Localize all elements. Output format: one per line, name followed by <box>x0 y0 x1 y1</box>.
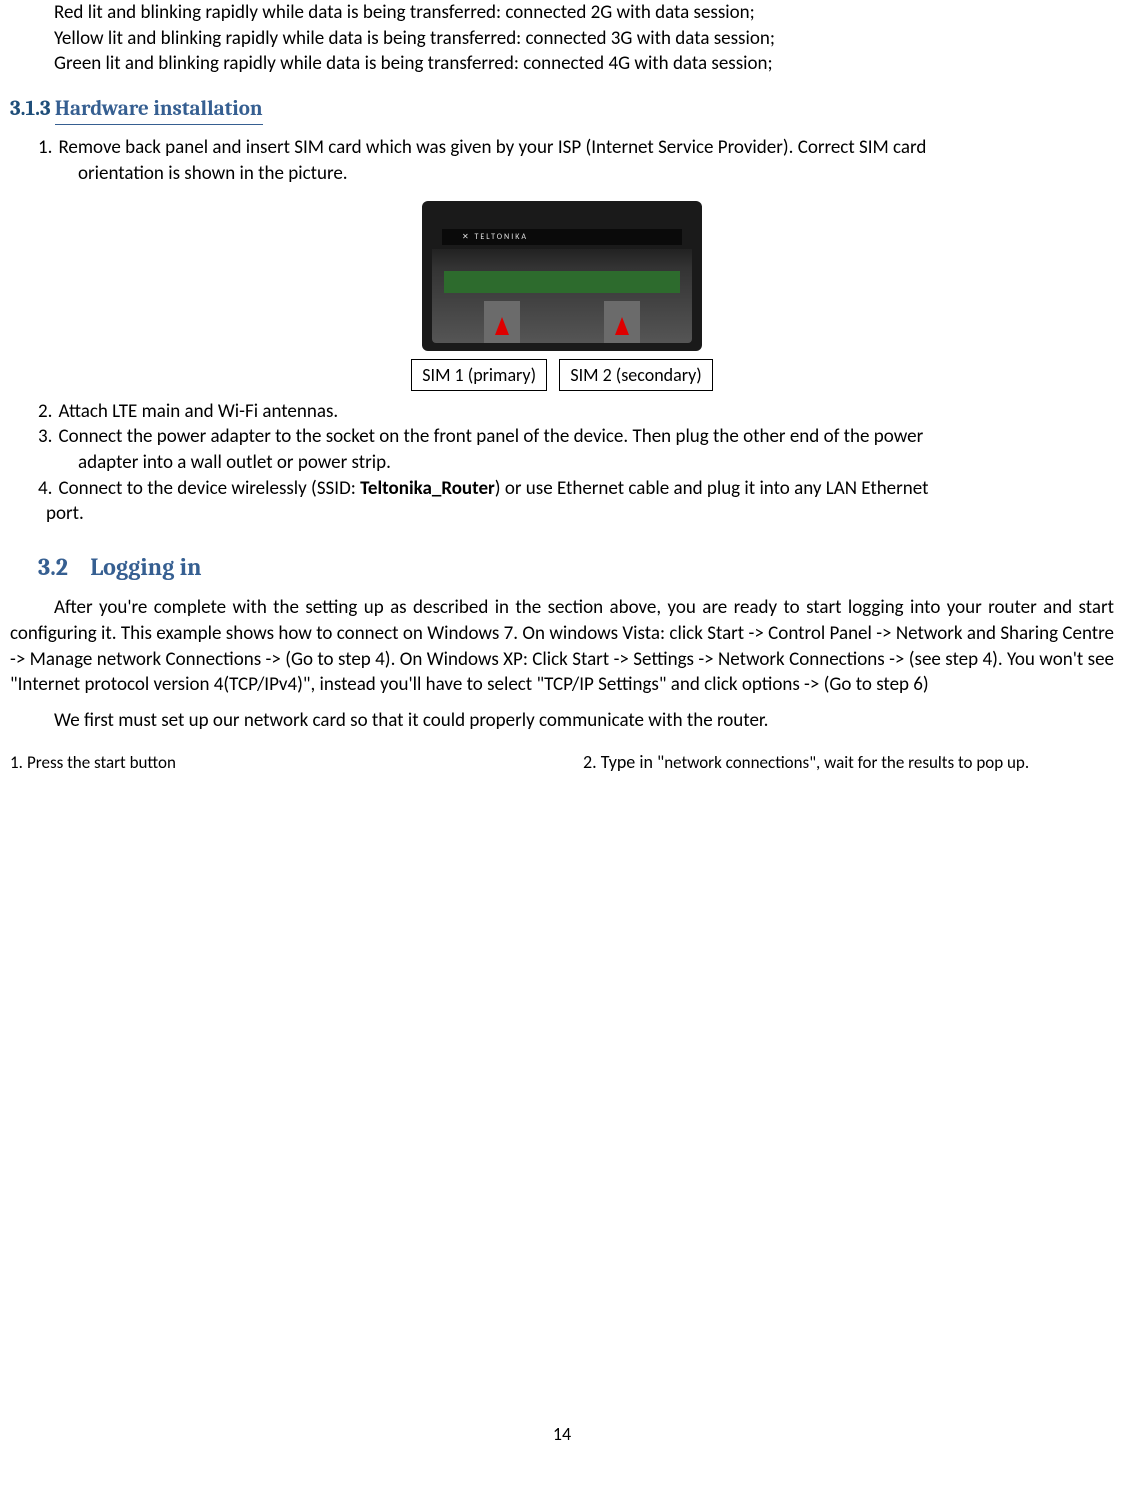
device-illustration: ✕ TELTONIKA <box>422 201 702 351</box>
sim-orientation-figure: ✕ TELTONIKA SIM 1 (primary) SIM 2 (secon… <box>10 201 1114 391</box>
page-number: 14 <box>10 1422 1114 1446</box>
step-1-text-b: orientation is shown in the picture. <box>78 161 1114 187</box>
heading-title: Hardware installation <box>55 95 263 125</box>
heading-3-2-title: Logging in <box>90 553 201 581</box>
col1-number: 1. <box>10 752 23 773</box>
heading-3-2-number: 3.2 <box>38 553 68 581</box>
led-status-line-4g: Green lit and blinking rapidly while dat… <box>54 51 1114 77</box>
sim2-label: SIM 2 (secondary) <box>559 359 712 391</box>
col2-pre: Type in " <box>601 751 664 773</box>
heading-number: 3.1.3 <box>10 97 51 121</box>
step-4-ssid: Teltonika_Router <box>360 477 495 500</box>
step-2-number: 2. <box>38 399 58 425</box>
col2-mid: network connections <box>664 752 809 773</box>
step-1-number: 1. <box>38 135 58 161</box>
step-4-post: ) or use Ethernet cable and plug it into… <box>495 477 929 500</box>
col2-post: ", wait for the results to pop up. <box>809 752 1029 773</box>
logging-in-paragraph-2: We first must set up our network card so… <box>10 708 1114 734</box>
two-column-steps: 1. Press the start button 2. Type in "ne… <box>10 750 1114 775</box>
sim2-arrow-icon <box>615 317 629 335</box>
col-step-1: 1. Press the start button <box>10 750 553 775</box>
hardware-install-steps-cont: 2. Attach LTE main and Wi-Fi antennas. 3… <box>10 399 1114 527</box>
step-4-text-b: port. <box>46 501 1114 527</box>
step-4-pre: Connect to the device wirelessly (SSID: <box>58 477 360 500</box>
step-4-number: 4. <box>38 476 58 502</box>
step-3-number: 3. <box>38 424 58 450</box>
step-2-text: Attach LTE main and Wi-Fi antennas. <box>58 399 1114 425</box>
led-status-line-2g: Red lit and blinking rapidly while data … <box>54 0 1114 26</box>
hardware-install-steps: 1. Remove back panel and insert SIM card… <box>10 135 1114 186</box>
heading-3-1-3: 3.1.3 Hardware installation <box>10 95 1114 125</box>
sim1-label: SIM 1 (primary) <box>411 359 547 391</box>
step-3-text-a: Connect the power adapter to the socket … <box>58 424 1114 450</box>
step-4-text-a: Connect to the device wirelessly (SSID: … <box>58 476 1114 502</box>
sim1-arrow-icon <box>495 317 509 335</box>
step-1-text-a: Remove back panel and insert SIM card wh… <box>58 135 1114 161</box>
led-status-line-3g: Yellow lit and blinking rapidly while da… <box>54 26 1114 52</box>
logging-in-paragraph-1: After you're complete with the setting u… <box>10 595 1114 698</box>
device-brand-label: ✕ TELTONIKA <box>442 229 682 245</box>
col-step-2: 2. Type in "network connections", wait f… <box>553 750 1114 775</box>
col2-number: 2. <box>583 751 597 773</box>
step-3-text-b: adapter into a wall outlet or power stri… <box>78 450 1114 476</box>
heading-3-2: 3.2 Logging in <box>38 551 1114 583</box>
col1-text: Press the start button <box>27 752 176 773</box>
